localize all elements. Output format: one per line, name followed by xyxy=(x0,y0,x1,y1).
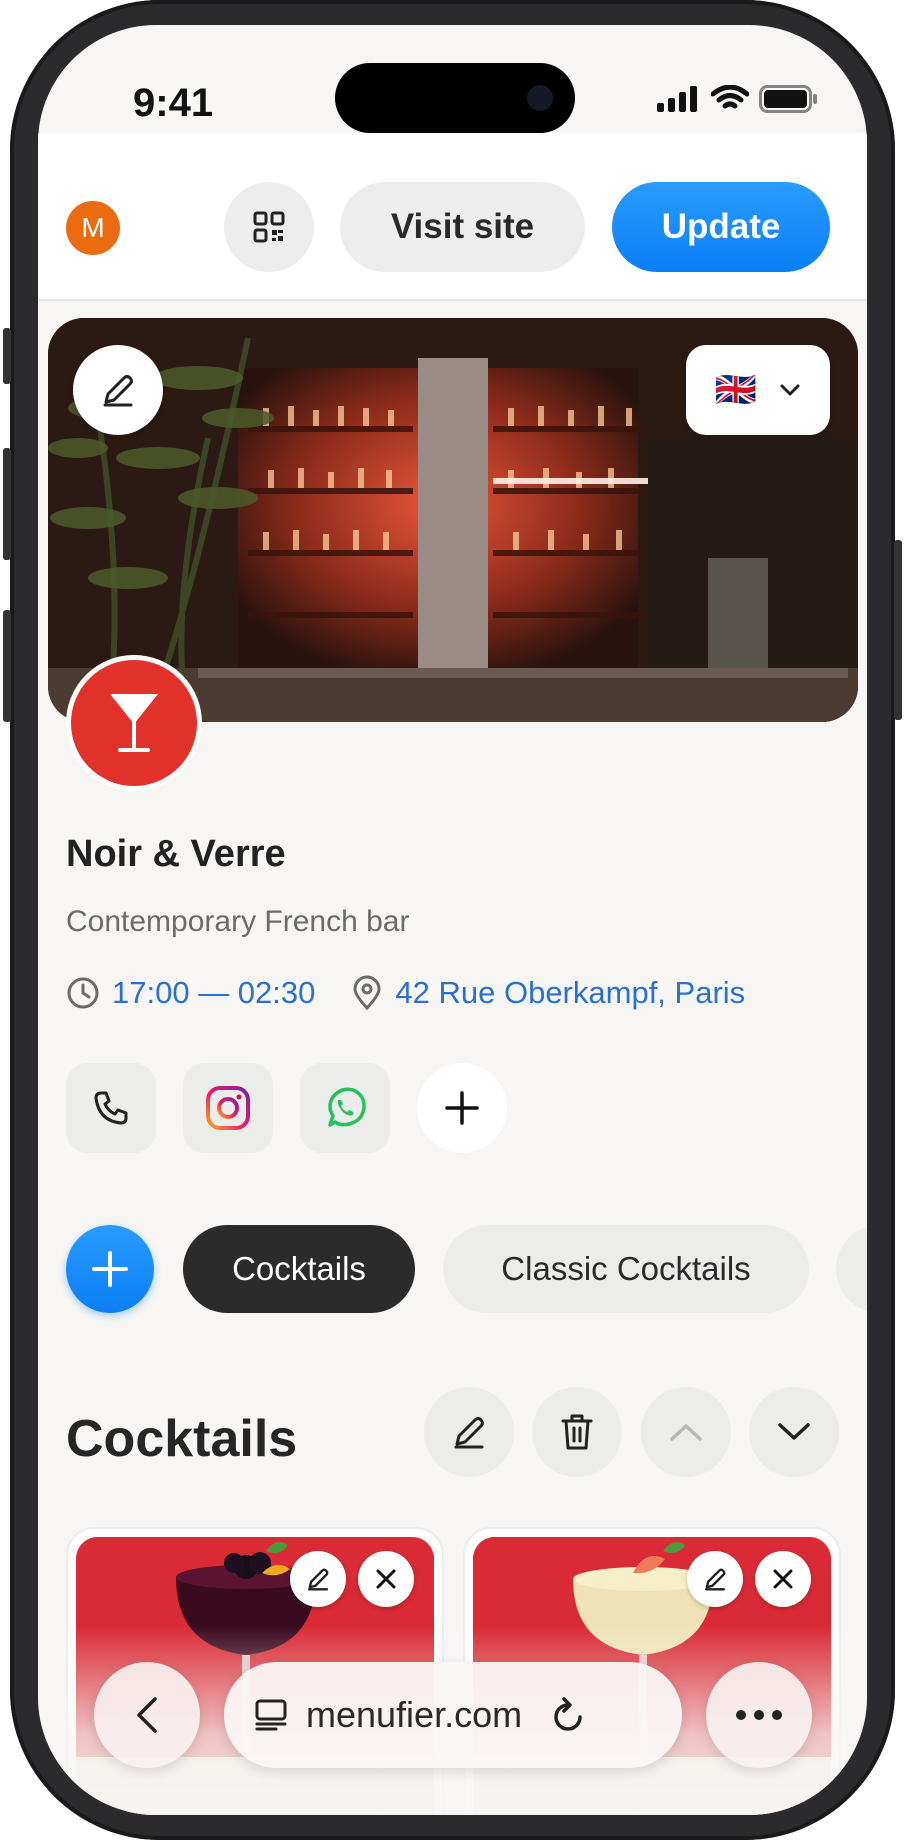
wifi-icon xyxy=(711,85,749,109)
browser-more-button[interactable] xyxy=(706,1662,812,1768)
close-icon xyxy=(773,1569,793,1589)
remove-item-button[interactable] xyxy=(755,1551,811,1607)
phone-screen: 9:41 M Visit site Update 🇬🇧 Noir & Verre… xyxy=(38,25,867,1815)
side-button xyxy=(3,328,11,384)
opening-hours-link[interactable]: 17:00 — 02:30 xyxy=(112,975,315,1011)
update-button[interactable]: Update xyxy=(612,182,830,272)
delete-section-button[interactable] xyxy=(532,1387,622,1477)
clock-icon xyxy=(66,976,100,1010)
move-up-button[interactable] xyxy=(641,1387,731,1477)
pencil-icon xyxy=(103,375,133,407)
category-chip-more[interactable] xyxy=(836,1225,867,1313)
close-icon xyxy=(376,1569,396,1589)
venue-name: Noir & Verre xyxy=(66,833,286,875)
edit-section-button[interactable] xyxy=(424,1387,514,1477)
plus-icon xyxy=(92,1251,128,1287)
reload-icon[interactable] xyxy=(550,1696,586,1734)
phone-button[interactable] xyxy=(66,1063,156,1153)
qr-code-icon xyxy=(253,211,285,243)
venue-description: Contemporary French bar xyxy=(66,905,410,938)
category-chip-cocktails[interactable]: Cocktails xyxy=(183,1225,415,1313)
chevron-down-icon xyxy=(780,384,800,396)
dynamic-island xyxy=(335,63,575,133)
remove-item-button[interactable] xyxy=(358,1551,414,1607)
whatsapp-icon xyxy=(328,1087,366,1127)
page-menu-icon xyxy=(255,1699,287,1731)
venue-logo[interactable] xyxy=(66,655,202,791)
signal-icon xyxy=(657,86,697,112)
add-contact-button[interactable] xyxy=(417,1063,507,1153)
cocktail-glass-icon xyxy=(110,694,158,752)
pencil-icon xyxy=(307,1568,329,1591)
side-button xyxy=(894,540,902,720)
status-icons xyxy=(657,85,819,113)
visit-site-button[interactable]: Visit site xyxy=(340,182,585,272)
url-text: menufier.com xyxy=(306,1694,523,1735)
section-title: Cocktails xyxy=(66,1410,298,1468)
instagram-button[interactable] xyxy=(183,1063,273,1153)
browser-address-bar[interactable]: menufier.com xyxy=(224,1662,682,1768)
location-pin-icon xyxy=(351,975,383,1011)
uk-flag-icon: 🇬🇧 xyxy=(714,371,758,409)
side-button xyxy=(3,448,11,560)
chevron-up-icon xyxy=(670,1424,702,1441)
move-down-button[interactable] xyxy=(749,1387,839,1477)
qr-code-button[interactable] xyxy=(224,182,314,272)
category-chip-classic-cocktails[interactable]: Classic Cocktails xyxy=(443,1225,809,1313)
avatar[interactable]: M xyxy=(66,201,120,255)
phone-icon xyxy=(94,1091,128,1125)
plus-icon xyxy=(445,1091,479,1125)
instagram-icon xyxy=(206,1086,250,1130)
battery-icon xyxy=(759,85,817,113)
chevron-left-icon xyxy=(137,1697,157,1733)
status-time: 9:41 xyxy=(133,81,214,125)
avatar-initial: M xyxy=(81,212,105,243)
whatsapp-button[interactable] xyxy=(300,1063,390,1153)
trash-icon xyxy=(561,1414,593,1450)
browser-back-button[interactable] xyxy=(94,1662,200,1768)
add-category-button[interactable] xyxy=(66,1225,154,1313)
chevron-down-icon xyxy=(778,1423,810,1440)
more-dots-icon xyxy=(736,1710,782,1720)
side-button xyxy=(3,610,11,722)
camera xyxy=(527,85,553,111)
edit-cover-button[interactable] xyxy=(73,345,163,435)
edit-item-button[interactable] xyxy=(687,1551,743,1607)
venue-info-row: 17:00 — 02:30 42 Rue Oberkampf, Paris xyxy=(66,975,745,1011)
pencil-icon xyxy=(704,1568,726,1591)
pencil-icon xyxy=(454,1417,484,1449)
language-selector[interactable]: 🇬🇧 xyxy=(686,345,830,435)
edit-item-button[interactable] xyxy=(290,1551,346,1607)
address-link[interactable]: 42 Rue Oberkampf, Paris xyxy=(395,975,745,1011)
